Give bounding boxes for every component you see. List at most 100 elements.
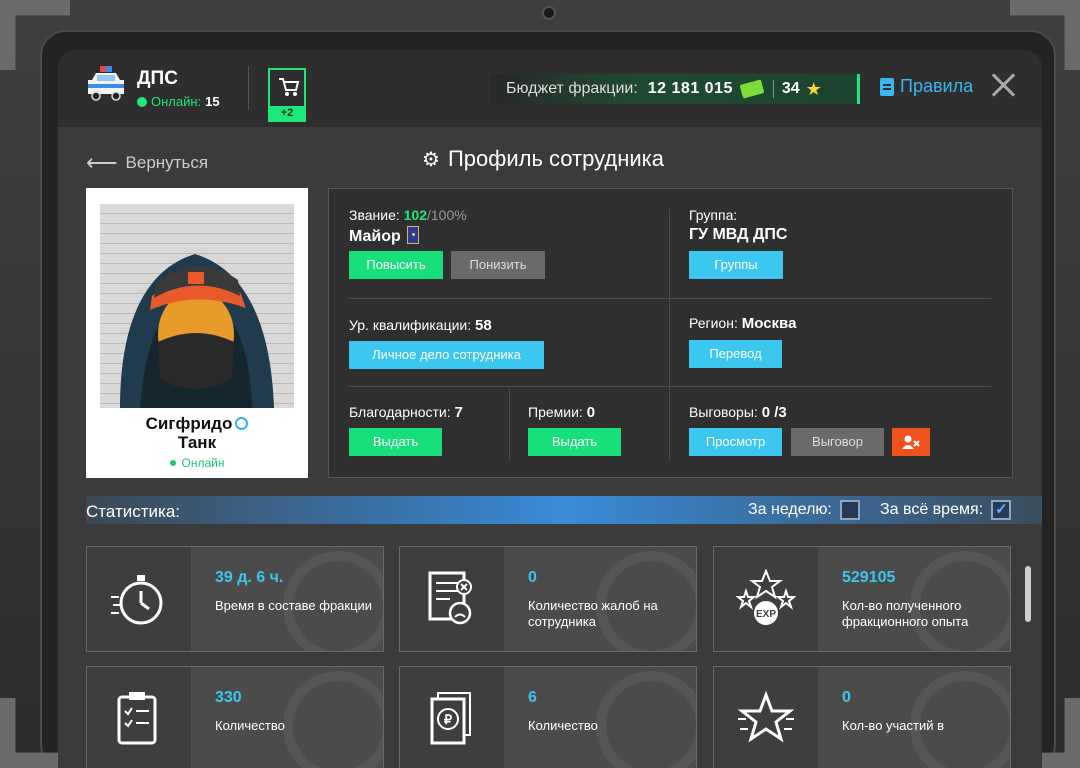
clipboard-icon: [87, 667, 191, 768]
stat-tile-experience: EXP 529105 Кол-во полученного фракционно…: [713, 546, 1011, 652]
ruble-document-icon: ₽: [400, 667, 504, 768]
employee-status-text: Онлайн: [181, 456, 225, 470]
all-time-checkbox[interactable]: [991, 500, 1012, 520]
page-title-text: Профиль сотрудника: [447, 146, 664, 171]
faction-name: ДПС: [137, 68, 178, 89]
stat-label: Кол-во участий в: [842, 718, 945, 733]
police-car-icon: [88, 66, 124, 101]
stat-label: Количество: [528, 718, 598, 733]
stat-tile-participation: 0 Кол-во участий в: [713, 666, 1011, 768]
all-time-filter-label: За всё время:: [880, 501, 984, 518]
divider: [669, 209, 670, 461]
avatar: [120, 254, 274, 408]
user-remove-icon: [902, 435, 920, 449]
back-button[interactable]: ⟵ Вернуться: [86, 150, 208, 176]
cart-badge: +2: [270, 106, 304, 120]
close-button[interactable]: [990, 72, 1016, 98]
week-filter[interactable]: За неделю:: [748, 500, 860, 520]
svg-text:₽: ₽: [444, 712, 453, 727]
qualification-row: Ур. квалификации: 58: [349, 317, 492, 334]
rank-progress-max: /100%: [427, 207, 467, 223]
region-row: Регион: Москва: [689, 315, 796, 332]
week-checkbox[interactable]: [839, 500, 860, 520]
promote-button[interactable]: Повысить: [349, 251, 443, 279]
svg-text:EXP: EXP: [756, 609, 776, 620]
reprimands-label: Выговоры:: [689, 404, 758, 420]
personal-file-button[interactable]: Личное дело сотрудника: [349, 341, 544, 369]
stat-tile-faction-time: 39 д. 6 ч. Время в составе фракции: [86, 546, 384, 652]
divider: [349, 298, 991, 299]
rules-link[interactable]: Правила: [880, 76, 973, 97]
stat-value: 6: [528, 689, 537, 706]
thanks-row: Благодарности: 7: [349, 404, 463, 421]
stat-value: 529105: [842, 569, 896, 586]
employee-status: Онлайн: [86, 456, 308, 470]
stat-tile-payments: ₽ 6 Количество: [399, 666, 697, 768]
stat-value: 330: [215, 689, 242, 706]
shop-cart-button[interactable]: +2: [268, 68, 306, 122]
employee-info-panel: Звание: 102/100% Майор Повысить Понизить…: [328, 188, 1013, 478]
bonuses-label: Премии:: [528, 404, 583, 420]
budget-label: Бюджет фракции:: [506, 80, 638, 97]
stat-label: Кол-во полученного фракционного опыта: [842, 598, 969, 629]
employee-first-name: Сигфридо: [145, 414, 233, 433]
view-reprimands-button[interactable]: Просмотр: [689, 428, 782, 456]
online-indicator: Онлайн: 15: [137, 94, 220, 109]
stars-value: 34: [781, 80, 800, 97]
complaint-icon: [400, 547, 504, 651]
camera-icon: [542, 6, 556, 20]
rank-name: Майор: [349, 228, 401, 245]
divider: [349, 386, 991, 387]
remove-reprimand-button[interactable]: [892, 428, 930, 456]
all-time-filter[interactable]: За всё время:: [880, 500, 1012, 520]
employee-last-name: Танк: [177, 433, 217, 452]
qualification-label: Ур. квалификации:: [349, 317, 472, 333]
arrow-left-icon: ⟵: [86, 150, 118, 175]
group-name: ГУ МВД ДПС: [689, 226, 788, 243]
stat-value: 39 д. 6 ч.: [215, 569, 284, 586]
transfer-button[interactable]: Перевод: [689, 340, 782, 368]
thanks-value: 7: [454, 404, 463, 421]
rank-progress: Звание: 102/100%: [349, 207, 467, 223]
cart-icon: [279, 78, 300, 96]
header-bar: ДПС Онлайн: 15 +2 Бюджет фракции: 12 181…: [58, 50, 1042, 127]
qualification-value: 58: [475, 317, 492, 334]
demote-button[interactable]: Понизить: [451, 251, 545, 279]
divider: [509, 389, 510, 461]
rank-progress-value: 102: [403, 207, 427, 223]
money-icon: [739, 79, 765, 99]
region-label: Регион:: [689, 315, 738, 331]
week-filter-label: За неделю:: [748, 501, 832, 518]
stat-label: Время в составе фракции: [215, 598, 373, 613]
gear-icon: ⚙: [422, 148, 440, 171]
rank-label: Звание:: [349, 207, 400, 223]
profile-card: Сигфридо Танк Онлайн: [86, 188, 308, 478]
tablet-frame: ДПС Онлайн: 15 +2 Бюджет фракции: 12 181…: [0, 0, 1080, 768]
reprimand-button[interactable]: Выговор: [791, 428, 884, 456]
star-icon: ★: [805, 78, 822, 99]
back-label: Вернуться: [125, 153, 209, 172]
group-label: Группа:: [689, 207, 738, 223]
region-value: Москва: [741, 315, 797, 332]
groups-button[interactable]: Группы: [689, 251, 783, 279]
give-bonus-button[interactable]: Выдать: [528, 428, 621, 456]
give-thanks-button[interactable]: Выдать: [349, 428, 442, 456]
faction-budget: Бюджет фракции: 12 181 015 34 ★: [490, 74, 860, 104]
divider: [772, 80, 774, 98]
budget-value: 12 181 015: [647, 80, 733, 97]
clipboard-icon: [880, 77, 894, 96]
stat-label: Количество жалоб на сотрудника: [528, 598, 658, 629]
rank-insignia-icon: [406, 226, 419, 244]
bonuses-value: 0: [586, 404, 596, 421]
employee-name: Сигфридо Танк: [86, 414, 308, 452]
rank-name-row: Майор: [349, 226, 419, 246]
divider: [248, 66, 249, 110]
scrollbar[interactable]: [1025, 566, 1031, 622]
stat-value: 0: [842, 689, 851, 706]
online-dot-icon: [169, 460, 176, 466]
stat-tile-complaints: 0 Количество жалоб на сотрудника: [399, 546, 697, 652]
thanks-label: Благодарности:: [349, 404, 451, 420]
exp-icon: EXP: [714, 547, 818, 651]
online-label: Онлайн:: [151, 94, 202, 109]
stat-value: 0: [528, 569, 537, 586]
